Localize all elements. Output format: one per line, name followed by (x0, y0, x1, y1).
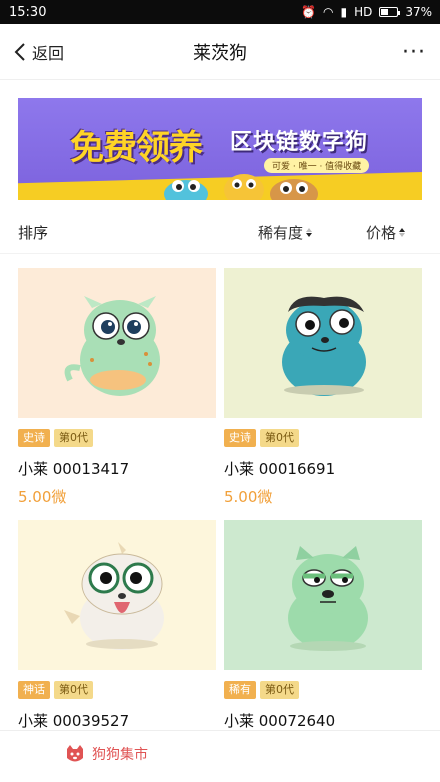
rarity-badge: 史诗 (224, 429, 256, 447)
rarity-badge: 稀有 (224, 681, 256, 699)
nav-bar: 返回 莱茨狗 ··· (0, 24, 440, 80)
alarm-icon: ⏰ (301, 5, 316, 19)
network-type: HD (354, 5, 373, 19)
status-bar: 15:30 ⏰ ◠ ▮ HD 37% (0, 0, 440, 24)
battery-percent: 37% (405, 5, 432, 19)
dog-name: 小莱 00039527 (18, 712, 130, 730)
dog-image (224, 268, 422, 418)
tab-dog-market-label: 狗狗集市 (92, 747, 148, 763)
dog-paw-icon (67, 745, 83, 762)
sort-arrow-icon (306, 228, 313, 237)
more-menu-button[interactable]: ··· (402, 24, 426, 80)
chevron-left-icon (14, 43, 25, 61)
promo-banner[interactable]: 免费领养 区块链数字狗 可爱 · 唯一 · 值得收藏 (18, 98, 422, 200)
card-tags: 史诗 第0代 (224, 429, 422, 447)
dog-image (18, 520, 216, 670)
dog-image (224, 520, 422, 670)
generation-badge: 第0代 (260, 429, 299, 447)
wifi-icon: ◠ (322, 5, 334, 19)
generation-badge: 第0代 (54, 681, 93, 699)
sort-by-price[interactable]: 价格 (366, 222, 406, 243)
page-title: 莱茨狗 (193, 42, 247, 64)
rarity-badge: 史诗 (18, 429, 50, 447)
dog-card[interactable]: 史诗 第0代 小莱 00016691 5.00微 (224, 268, 422, 507)
bottom-tab-bar: 狗狗集市 (0, 730, 440, 782)
card-tags: 稀有 第0代 (224, 681, 422, 699)
tab-dog-market[interactable]: 狗狗集市 (64, 743, 148, 765)
dog-card[interactable]: 神话 第0代 小莱 00039527 (18, 520, 216, 738)
back-button[interactable]: 返回 (14, 24, 64, 80)
dog-illustration (224, 520, 422, 670)
rarity-badge: 神话 (18, 681, 50, 699)
battery-icon (379, 7, 401, 17)
sort-by-rarity[interactable]: 稀有度 (258, 222, 313, 243)
dog-name: 小莱 00072640 (224, 712, 336, 730)
back-label: 返回 (32, 44, 65, 63)
sort-arrow-icon (399, 228, 406, 237)
dog-image (18, 268, 216, 418)
signal-icon: ▮ (340, 5, 348, 19)
status-time: 15:30 (9, 4, 47, 20)
banner-dogs-illustration (164, 174, 318, 200)
dog-name: 小莱 00013417 (18, 460, 130, 478)
generation-badge: 第0代 (260, 681, 299, 699)
dog-price: 5.00微 (224, 488, 273, 506)
sort-rarity-label: 稀有度 (258, 224, 304, 242)
card-tags: 史诗 第0代 (18, 429, 216, 447)
sort-price-label: 价格 (366, 224, 397, 242)
dog-card[interactable]: 史诗 第0代 小莱 00013417 5.00微 (18, 268, 216, 507)
card-tags: 神话 第0代 (18, 681, 216, 699)
dog-illustration (224, 268, 422, 418)
dog-illustration (18, 520, 216, 670)
sort-bar: 排序 稀有度 价格 (0, 212, 440, 254)
dog-card[interactable]: 稀有 第0代 小莱 00072640 (224, 520, 422, 738)
status-icons: ⏰ ◠ ▮ HD 37% (301, 5, 432, 19)
dog-price: 5.00微 (18, 488, 67, 506)
generation-badge: 第0代 (54, 429, 93, 447)
dog-name: 小莱 00016691 (224, 460, 336, 478)
dog-illustration (18, 268, 216, 418)
sort-label: 排序 (18, 224, 49, 242)
